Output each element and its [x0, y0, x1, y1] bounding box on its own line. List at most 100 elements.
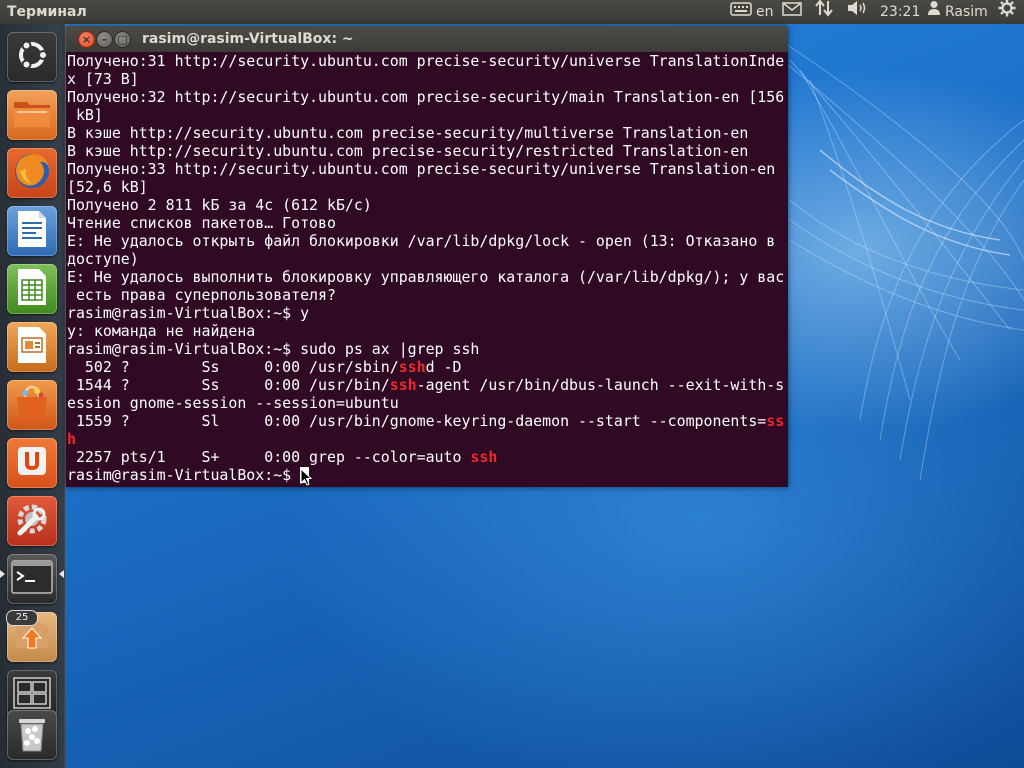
shopping-bag-icon: [13, 383, 51, 427]
terminal-line: есть права суперпользователя?: [67, 286, 788, 304]
ubuntu-one-icon: [14, 443, 50, 483]
launcher-impress[interactable]: [7, 322, 57, 372]
terminal-text: kB]: [67, 106, 103, 124]
mail-icon: [782, 0, 802, 24]
terminal-match-highlight: ssh: [398, 358, 426, 376]
window-title: rasim@rasim-VirtualBox: ~: [142, 31, 354, 47]
launcher-files[interactable]: [7, 90, 57, 140]
terminal-line: x [73 B]: [67, 70, 788, 88]
launcher-system-settings[interactable]: [7, 496, 57, 546]
terminal-line: rasim@rasim-VirtualBox:~$ sudo ps ax |gr…: [67, 340, 788, 358]
terminal-text: 1544 ? Ss 0:00 /usr/bin/: [67, 376, 390, 394]
terminal-text: y: команда не найдена: [67, 322, 256, 340]
terminal-window[interactable]: × – □ rasim@rasim-VirtualBox: ~ Получено…: [66, 26, 788, 487]
firefox-icon: [12, 151, 52, 195]
user-icon: [927, 0, 941, 24]
terminal-line: 1559 ? Sl 0:00 /usr/bin/gnome-keyring-da…: [67, 412, 788, 430]
terminal-text: rasim@rasim-VirtualBox:~$ sudo ps ax |gr…: [67, 340, 480, 358]
keyboard-icon: [730, 0, 752, 24]
terminal-prompt: rasim@rasim-VirtualBox:~$: [67, 466, 301, 484]
terminal-match-highlight: ssh: [470, 448, 498, 466]
terminal-match-highlight: h: [67, 430, 76, 448]
terminal-text: d -D: [425, 358, 462, 376]
terminal-line: 2257 pts/1 S+ 0:00 grep --color=auto ssh: [67, 448, 788, 466]
terminal-text: rasim@rasim-VirtualBox:~$ y: [67, 304, 310, 322]
terminal-match-highlight: ss: [766, 412, 785, 430]
terminal-line: E: Не удалось открыть файл блокировки /v…: [67, 232, 788, 250]
writer-icon: [15, 209, 49, 253]
terminal-text: Чтение списков пакетов… Готово: [67, 214, 336, 232]
terminal-line: Получено:31 http://security.ubuntu.com p…: [67, 52, 788, 70]
launcher-writer[interactable]: [7, 206, 57, 256]
top-panel: Терминал en 23:21 Rasim: [0, 0, 1024, 24]
terminal-prompt-line[interactable]: rasim@rasim-VirtualBox:~$: [67, 466, 788, 484]
clock-indicator[interactable]: 23:21: [880, 0, 920, 24]
mouse-pointer-icon: [300, 468, 312, 486]
calc-icon: [15, 267, 49, 311]
launcher-software-center[interactable]: [7, 380, 57, 430]
terminal-line: y: команда не найдена: [67, 322, 788, 340]
launcher-firefox[interactable]: [7, 148, 57, 198]
close-icon: ×: [81, 33, 92, 46]
close-button[interactable]: ×: [78, 31, 95, 48]
update-count-badge: 25: [6, 610, 38, 626]
terminal-text: E: Не удалось открыть файл блокировки /v…: [67, 232, 776, 250]
session-indicator[interactable]: [998, 0, 1016, 24]
maximize-icon: □: [117, 33, 128, 46]
volume-icon: [846, 0, 868, 24]
launcher: 25: [0, 24, 65, 768]
launcher-dash-home[interactable]: [7, 32, 57, 82]
terminal-line: 1544 ? Ss 0:00 /usr/bin/ssh-agent /usr/b…: [67, 376, 788, 394]
clock: 23:21: [880, 4, 921, 20]
terminal-text: есть права суперпользователя?: [67, 286, 336, 304]
terminal-text: Получено:31 http://security.ubuntu.com p…: [67, 52, 785, 70]
user-indicator[interactable]: Rasim: [927, 0, 988, 24]
terminal-line: ession gnome-session --session=ubuntu: [67, 394, 788, 412]
terminal-text: ession gnome-session --session=ubuntu: [67, 394, 399, 412]
workspaces-icon: [12, 676, 52, 714]
terminal-text: 502 ? Ss 0:00 /usr/sbin/: [67, 358, 399, 376]
app-title: Терминал: [7, 4, 87, 20]
maximize-button[interactable]: □: [114, 31, 131, 48]
terminal-line: Получено 2 811 kБ за 4с (612 kБ/c): [67, 196, 788, 214]
terminal-line: E: Не удалось выполнить блокировку управ…: [67, 268, 788, 286]
terminal-line: h: [67, 430, 788, 448]
terminal-line: доступе): [67, 250, 788, 268]
keyboard-indicator[interactable]: en: [730, 0, 774, 24]
terminal-line: Чтение списков пакетов… Готово: [67, 214, 788, 232]
focused-indicator: [59, 570, 64, 578]
terminal-text: Получено:32 http://security.ubuntu.com p…: [67, 88, 785, 106]
terminal-text: доступе): [67, 250, 139, 268]
settings-wrench-icon: [12, 499, 52, 543]
terminal-line: В кэше http://security.ubuntu.com precis…: [67, 142, 788, 160]
terminal-line: kB]: [67, 106, 788, 124]
terminal-text: Получено:33 http://security.ubuntu.com p…: [67, 160, 776, 178]
terminal-icon: [11, 560, 53, 598]
terminal-line: [52,6 kB]: [67, 178, 788, 196]
launcher-trash[interactable]: [7, 710, 57, 760]
terminal-text: [52,6 kB]: [67, 178, 148, 196]
sound-indicator[interactable]: [846, 0, 868, 24]
terminal-text: В кэше http://security.ubuntu.com precis…: [67, 124, 749, 142]
terminal-text: 2257 pts/1 S+ 0:00 grep --color=auto: [67, 448, 471, 466]
launcher-calc[interactable]: [7, 264, 57, 314]
terminal-line: Получено:33 http://security.ubuntu.com p…: [67, 160, 788, 178]
network-icon: [814, 0, 834, 25]
minimize-button[interactable]: –: [96, 31, 113, 48]
terminal-text: E: Не удалось выполнить блокировку управ…: [67, 268, 785, 286]
terminal-text: -agent /usr/bin/dbus-launch --exit-with-…: [416, 376, 785, 394]
window-titlebar[interactable]: × – □ rasim@rasim-VirtualBox: ~: [66, 26, 788, 52]
running-indicator: [0, 570, 5, 578]
keyboard-layout-label: en: [756, 4, 774, 20]
terminal-output[interactable]: Получено:31 http://security.ubuntu.com p…: [66, 52, 788, 487]
folder-icon: [12, 96, 52, 134]
terminal-line: В кэше http://security.ubuntu.com precis…: [67, 124, 788, 142]
launcher-terminal[interactable]: [7, 554, 57, 604]
terminal-line: rasim@rasim-VirtualBox:~$ y: [67, 304, 788, 322]
network-indicator[interactable]: [814, 0, 834, 24]
terminal-text: x [73 B]: [67, 70, 139, 88]
user-name: Rasim: [945, 4, 988, 20]
terminal-text: 1559 ? Sl 0:00 /usr/bin/gnome-keyring-da…: [67, 412, 767, 430]
messaging-indicator[interactable]: [782, 0, 802, 24]
launcher-ubuntu-one[interactable]: [7, 438, 57, 488]
